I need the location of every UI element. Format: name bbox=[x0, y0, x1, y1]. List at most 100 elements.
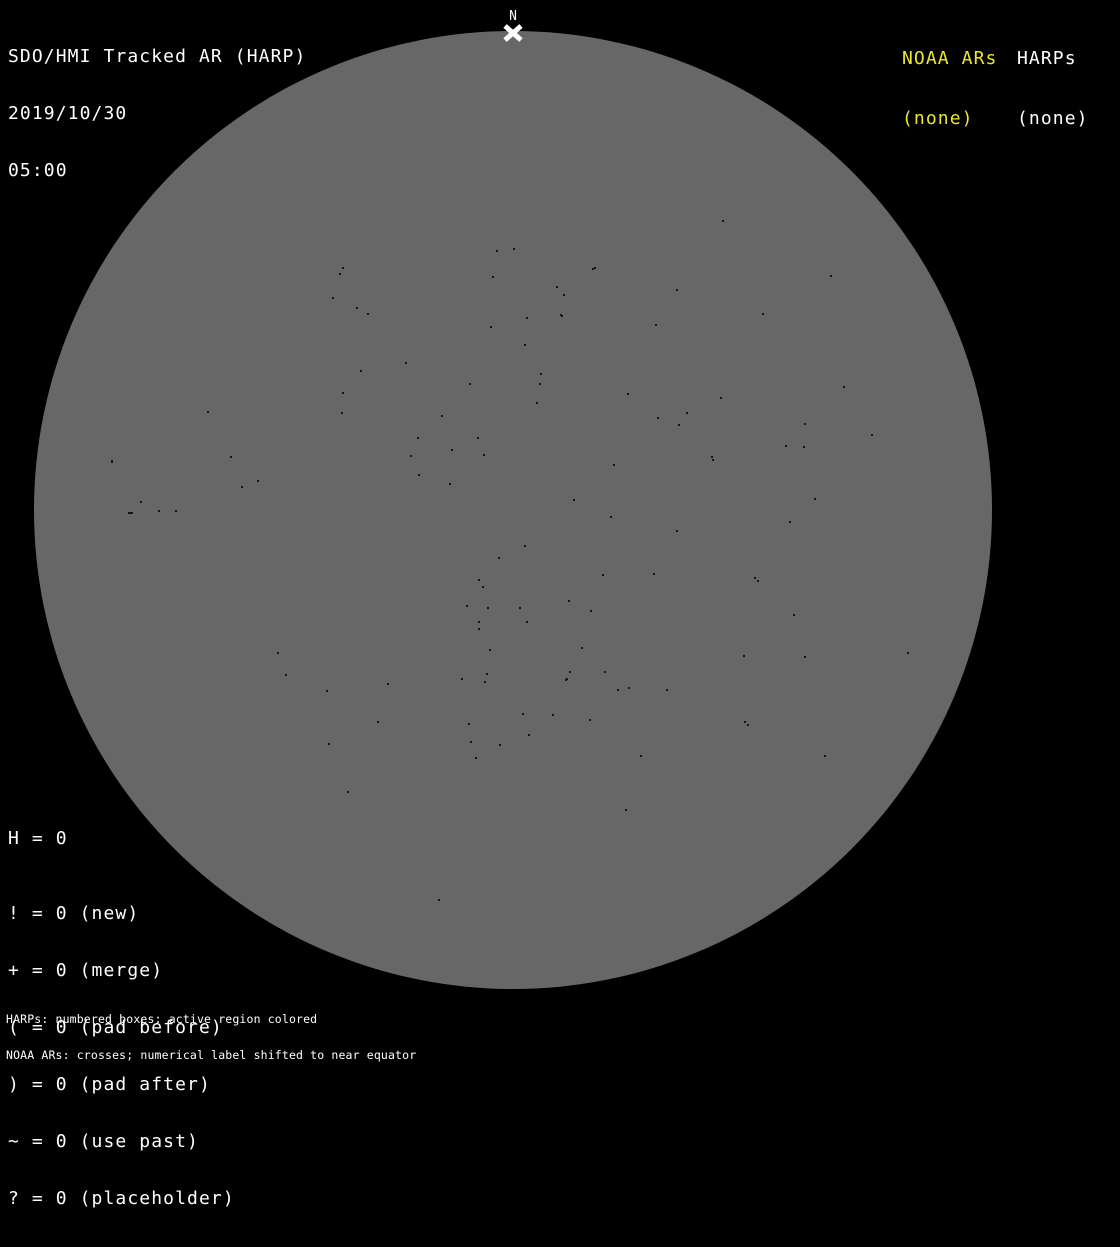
speck bbox=[678, 424, 680, 426]
speck bbox=[754, 577, 756, 579]
speck bbox=[417, 437, 419, 439]
speck bbox=[410, 455, 412, 457]
speck bbox=[356, 307, 358, 309]
speck bbox=[342, 392, 344, 394]
speck bbox=[757, 580, 759, 582]
speck bbox=[568, 600, 570, 602]
speck bbox=[441, 415, 443, 417]
speck bbox=[711, 456, 713, 458]
speck bbox=[451, 449, 453, 451]
speck bbox=[540, 373, 542, 375]
speck bbox=[492, 276, 494, 278]
speck bbox=[461, 678, 463, 680]
speck bbox=[478, 628, 480, 630]
solar-harp-map: SDO/HMI Tracked AR (HARP) 2019/10/30 05:… bbox=[0, 0, 1120, 1209]
speck bbox=[342, 267, 344, 269]
speck bbox=[686, 412, 688, 414]
speck bbox=[128, 512, 133, 514]
legend-item-new: ! = 0 (new) bbox=[8, 903, 140, 924]
speck bbox=[257, 480, 259, 482]
speck bbox=[560, 314, 562, 316]
speck bbox=[617, 689, 619, 691]
speck bbox=[449, 483, 451, 485]
speck bbox=[744, 721, 746, 723]
speck bbox=[627, 393, 629, 395]
speck bbox=[360, 370, 362, 372]
speck bbox=[519, 607, 521, 609]
speck bbox=[676, 289, 678, 291]
speck bbox=[158, 510, 160, 512]
speck bbox=[526, 621, 528, 623]
speck bbox=[489, 649, 491, 651]
speck bbox=[604, 671, 606, 673]
speck bbox=[405, 362, 407, 364]
speck bbox=[666, 689, 668, 691]
speck bbox=[241, 486, 243, 488]
speck bbox=[526, 317, 528, 319]
harps-label: HARPs bbox=[1017, 48, 1077, 69]
footer-line-noaa: NOAA ARs: crosses; numerical label shift… bbox=[6, 1048, 417, 1062]
speck bbox=[469, 383, 471, 385]
speck bbox=[326, 690, 328, 692]
speck bbox=[207, 411, 209, 413]
speck bbox=[175, 510, 177, 512]
speck bbox=[466, 605, 468, 607]
speck bbox=[590, 610, 592, 612]
speck bbox=[377, 721, 379, 723]
speck bbox=[843, 386, 845, 388]
speck bbox=[565, 679, 567, 681]
speck bbox=[111, 460, 113, 463]
speck bbox=[789, 521, 791, 523]
speck bbox=[907, 652, 909, 654]
speck bbox=[475, 757, 477, 759]
speck bbox=[581, 647, 583, 649]
speck bbox=[285, 674, 287, 676]
speck bbox=[528, 734, 530, 736]
speck bbox=[470, 741, 472, 743]
speck bbox=[524, 545, 526, 547]
speck bbox=[367, 313, 369, 315]
speck bbox=[613, 464, 615, 466]
speck bbox=[490, 326, 492, 328]
speck bbox=[487, 607, 489, 609]
speck bbox=[785, 445, 787, 447]
speck bbox=[477, 437, 479, 439]
speck bbox=[438, 899, 440, 901]
speck bbox=[347, 791, 349, 793]
noaa-ars-value: (none) bbox=[902, 108, 974, 129]
speck bbox=[871, 434, 873, 436]
speck bbox=[277, 652, 279, 654]
observation-time: 05:00 bbox=[8, 160, 68, 181]
speck bbox=[653, 573, 655, 575]
speck bbox=[498, 557, 500, 559]
speck bbox=[762, 313, 764, 315]
speck bbox=[478, 579, 480, 581]
speck bbox=[743, 655, 745, 657]
speck bbox=[814, 498, 816, 500]
speck bbox=[339, 273, 341, 275]
speck bbox=[513, 248, 515, 250]
speck bbox=[610, 516, 612, 518]
speck bbox=[524, 344, 526, 346]
legend-item-use-past: ~ = 0 (use past) bbox=[8, 1131, 199, 1152]
speck bbox=[592, 268, 594, 270]
speck bbox=[589, 719, 591, 721]
speck bbox=[594, 267, 596, 269]
footer-notes: HARPs: numbered boxes; active region col… bbox=[6, 989, 416, 1085]
speck bbox=[804, 656, 806, 658]
speck bbox=[563, 294, 565, 296]
speck bbox=[418, 474, 420, 476]
speck bbox=[569, 671, 571, 673]
speck bbox=[803, 446, 805, 448]
speck bbox=[602, 574, 604, 576]
north-cross-icon bbox=[502, 24, 524, 42]
speck bbox=[676, 530, 678, 532]
north-label: N bbox=[509, 9, 517, 24]
title-block: SDO/HMI Tracked AR (HARP) 2019/10/30 05:… bbox=[8, 9, 306, 218]
speck bbox=[328, 743, 330, 745]
speck bbox=[468, 723, 470, 725]
noaa-ars-label: NOAA ARs bbox=[902, 48, 998, 69]
speck bbox=[655, 324, 657, 326]
speck bbox=[496, 250, 498, 252]
speck bbox=[332, 297, 334, 299]
